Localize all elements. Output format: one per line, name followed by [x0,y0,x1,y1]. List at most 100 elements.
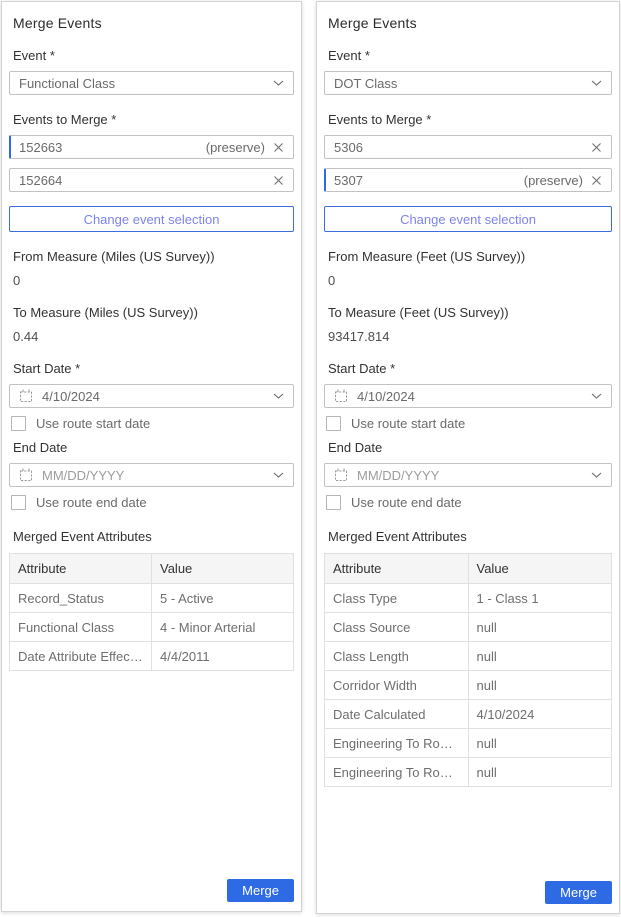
event-id-value: 5307 [334,173,363,188]
merged-event-attributes-label: Merged Event Attributes [13,529,290,544]
attribute-cell: Date Calculated [325,700,469,729]
preserve-tag: (preserve) [206,140,265,155]
value-cell: 4/10/2024 [468,700,612,729]
use-route-start-date-checkbox[interactable]: Use route start date [326,416,610,431]
chevron-down-icon [273,472,284,478]
events-to-merge-label: Events to Merge * [13,112,290,128]
event-to-merge-input[interactable]: 5306 [324,135,612,159]
calendar-icon [19,389,33,403]
value-cell: 5 - Active [152,584,294,613]
chevron-down-icon [591,80,602,86]
event-label: Event * [328,48,608,64]
checkbox-label: Use route end date [36,495,147,510]
attribute-cell: Corridor Width [325,671,469,700]
event-select[interactable]: Functional Class [9,71,294,95]
value-column-header: Value [152,554,294,584]
remove-event-icon[interactable] [591,142,602,153]
chevron-down-icon [591,472,602,478]
use-route-end-date-checkbox[interactable]: Use route end date [326,495,610,510]
event-select-value: DOT Class [334,76,397,91]
to-measure-label: To Measure (Feet (US Survey)) [328,305,608,321]
merge-events-workspace: Merge Events Event * Functional Class Ev… [0,0,621,914]
end-date-input[interactable]: MM/DD/YYYY [324,463,612,487]
value-cell: null [468,671,612,700]
preserve-tag: (preserve) [524,173,583,188]
value-cell: 4 - Minor Arterial [152,613,294,642]
attribute-cell: Functional Class [10,613,152,642]
end-date-placeholder: MM/DD/YYYY [357,468,439,483]
change-event-selection-button[interactable]: Change event selection [324,206,612,232]
end-date-placeholder: MM/DD/YYYY [42,468,124,483]
merged-attributes-table: Attribute Value Class Type 1 - Class 1 C… [324,553,612,787]
merged-attributes-table: Attribute Value Record_Status 5 - Active… [9,553,294,671]
table-row: Engineering To RouteID null [325,729,612,758]
event-to-merge-input[interactable]: 152664 [9,168,294,192]
table-row: Record_Status 5 - Active [10,584,294,613]
to-measure-label: To Measure (Miles (US Survey)) [13,305,290,321]
calendar-icon [334,468,348,482]
table-header-row: Attribute Value [325,554,612,584]
from-measure-value: 0 [13,273,290,289]
panel-title: Merge Events [13,15,290,31]
event-select-value: Functional Class [19,76,115,91]
use-route-end-date-checkbox[interactable]: Use route end date [11,495,292,510]
change-event-selection-button[interactable]: Change event selection [9,206,294,232]
table-row: Class Type 1 - Class 1 [325,584,612,613]
table-row: Engineering To Route ... null [325,758,612,787]
merge-events-panel-left: Merge Events Event * Functional Class Ev… [1,1,302,912]
event-select[interactable]: DOT Class [324,71,612,95]
table-row: Date Attribute Effective 4/4/2011 [10,642,294,671]
merged-event-attributes-label: Merged Event Attributes [328,529,608,544]
start-date-value: 4/10/2024 [357,389,415,404]
value-column-header: Value [468,554,612,584]
checkbox-icon[interactable] [11,495,26,510]
checkbox-label: Use route end date [351,495,462,510]
from-measure-label: From Measure (Miles (US Survey)) [13,249,290,265]
table-row: Date Calculated 4/10/2024 [325,700,612,729]
attribute-cell: Class Length [325,642,469,671]
calendar-icon [334,389,348,403]
attribute-cell: Engineering To RouteID [325,729,469,758]
calendar-icon [19,468,33,482]
remove-event-icon[interactable] [273,142,284,153]
value-cell: null [468,729,612,758]
checkbox-icon[interactable] [326,495,341,510]
attribute-cell: Class Type [325,584,469,613]
end-date-input[interactable]: MM/DD/YYYY [9,463,294,487]
end-date-label: End Date [13,440,290,456]
checkbox-label: Use route start date [36,416,150,431]
table-row: Class Length null [325,642,612,671]
value-cell: 4/4/2011 [152,642,294,671]
value-cell: 1 - Class 1 [468,584,612,613]
attribute-column-header: Attribute [10,554,152,584]
event-to-merge-input[interactable]: 5307 (preserve) [324,168,612,192]
use-route-start-date-checkbox[interactable]: Use route start date [11,416,292,431]
start-date-value: 4/10/2024 [42,389,100,404]
attribute-column-header: Attribute [325,554,469,584]
start-date-label: Start Date * [13,361,290,377]
to-measure-value: 93417.814 [328,329,608,345]
checkbox-icon[interactable] [326,416,341,431]
event-id-value: 152663 [19,140,62,155]
event-label: Event * [13,48,290,64]
checkbox-icon[interactable] [11,416,26,431]
attribute-cell: Record_Status [10,584,152,613]
value-cell: null [468,613,612,642]
remove-event-icon[interactable] [273,175,284,186]
events-to-merge-label: Events to Merge * [328,112,608,128]
start-date-input[interactable]: 4/10/2024 [9,384,294,408]
value-cell: null [468,758,612,787]
start-date-input[interactable]: 4/10/2024 [324,384,612,408]
from-measure-value: 0 [328,273,608,289]
value-cell: null [468,642,612,671]
attribute-cell: Date Attribute Effective [10,642,152,671]
remove-event-icon[interactable] [591,175,602,186]
event-to-merge-input[interactable]: 152663 (preserve) [9,135,294,159]
merge-button[interactable]: Merge [227,879,294,902]
attribute-cell: Engineering To Route ... [325,758,469,787]
event-id-value: 152664 [19,173,62,188]
merge-button[interactable]: Merge [545,881,612,904]
attribute-cell: Class Source [325,613,469,642]
chevron-down-icon [273,80,284,86]
end-date-label: End Date [328,440,608,456]
